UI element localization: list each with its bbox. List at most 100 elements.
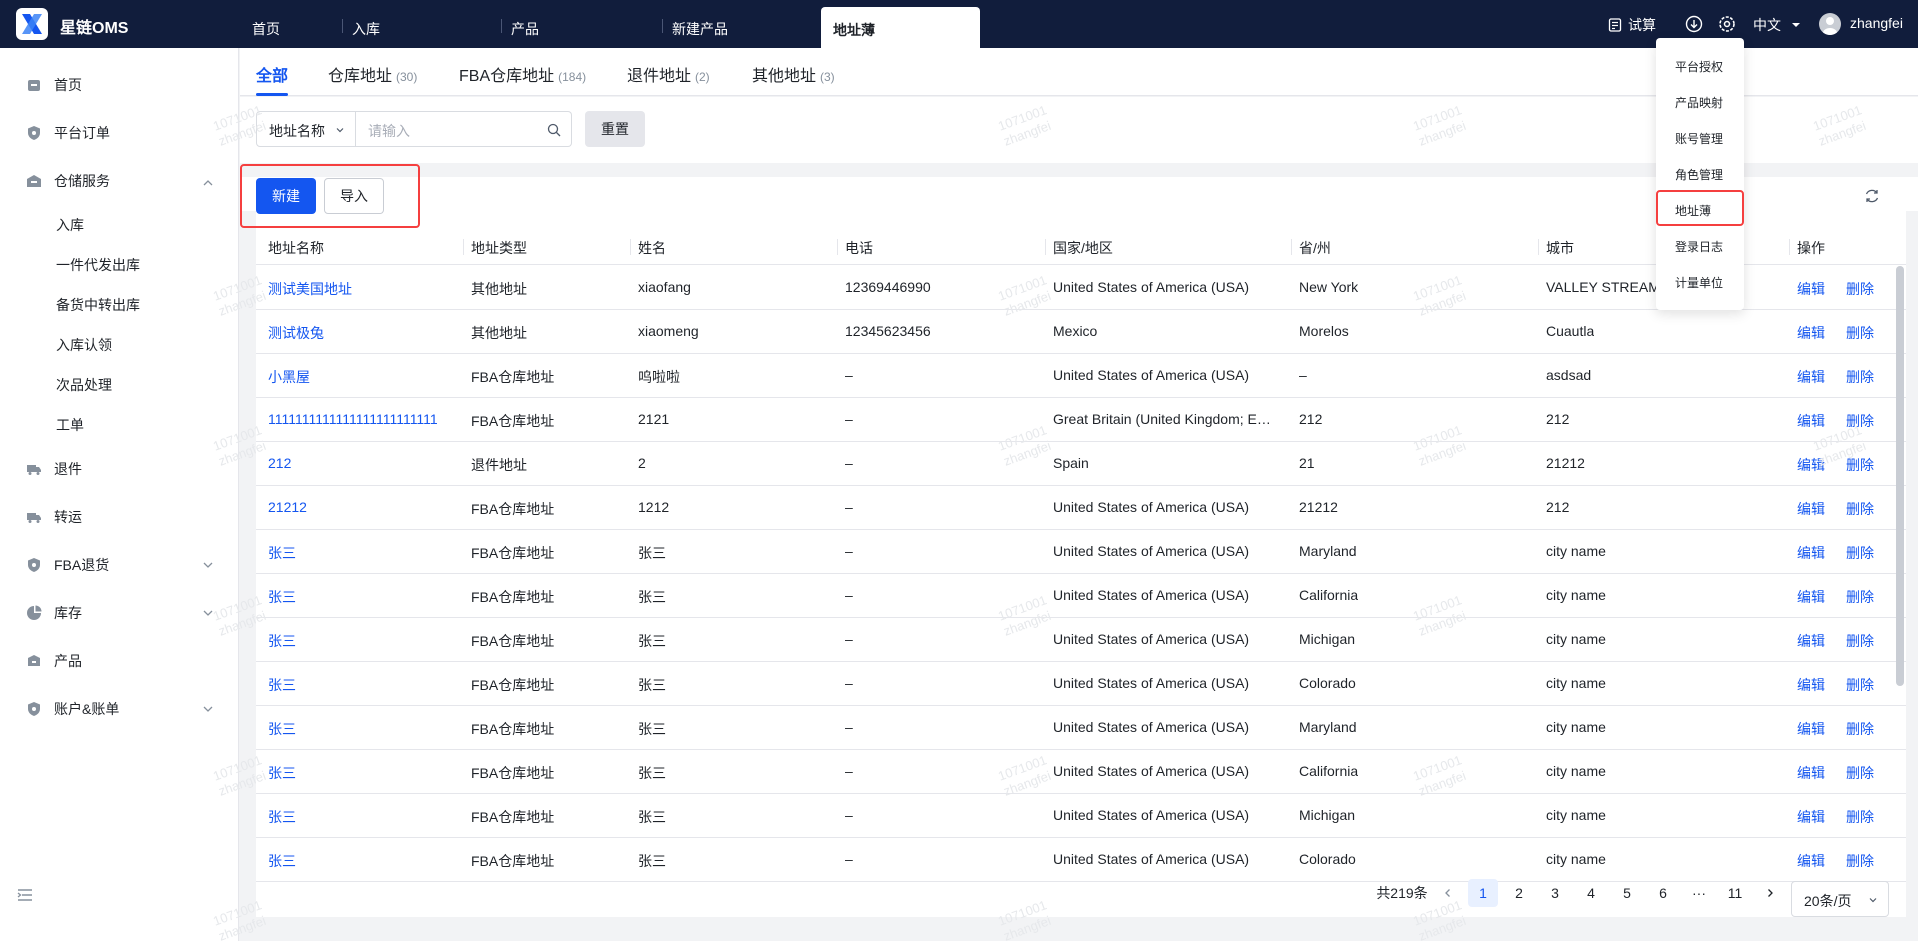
edit-link[interactable]: 编辑 bbox=[1797, 543, 1825, 563]
chevron-down-icon[interactable] bbox=[202, 559, 214, 571]
edit-link[interactable]: 编辑 bbox=[1797, 279, 1825, 299]
delete-link[interactable]: 删除 bbox=[1846, 279, 1874, 299]
download-icon[interactable] bbox=[1685, 15, 1703, 33]
delete-link[interactable]: 删除 bbox=[1846, 323, 1874, 343]
top-tab-home[interactable]: 首页 bbox=[252, 0, 280, 48]
trial-calc-button[interactable]: 试算 bbox=[1608, 15, 1656, 35]
address-name-link[interactable]: 小黑屋 bbox=[268, 367, 310, 387]
tab-return-address[interactable]: 退件地址 (2) bbox=[627, 62, 710, 86]
edit-link[interactable]: 编辑 bbox=[1797, 719, 1825, 739]
address-name-link[interactable]: 张三 bbox=[268, 587, 296, 607]
edit-link[interactable]: 编辑 bbox=[1797, 587, 1825, 607]
sidebar-item-account-billing[interactable]: 账户&账单 bbox=[26, 699, 119, 719]
menu-item-login-log[interactable]: 登录日志 bbox=[1675, 238, 1723, 255]
chevron-up-icon[interactable] bbox=[202, 177, 214, 189]
address-name-link[interactable]: 张三 bbox=[268, 763, 296, 783]
filter-field-select[interactable]: 地址名称 bbox=[256, 111, 356, 147]
delete-link[interactable]: 删除 bbox=[1846, 587, 1874, 607]
pagination-page[interactable]: 2 bbox=[1504, 879, 1534, 907]
table-cell: FBA仓库地址 bbox=[471, 369, 555, 385]
sidebar-item-home[interactable]: 首页 bbox=[26, 75, 82, 95]
settings-gear-icon[interactable] bbox=[1718, 15, 1736, 33]
sidebar-sub-inbound-claim[interactable]: 入库认领 bbox=[56, 335, 112, 355]
edit-link[interactable]: 编辑 bbox=[1797, 323, 1825, 343]
delete-link[interactable]: 删除 bbox=[1846, 499, 1874, 519]
app-logo-icon[interactable] bbox=[16, 8, 48, 40]
sidebar-sub-dropship-outbound[interactable]: 一件代发出库 bbox=[56, 255, 140, 275]
delete-link[interactable]: 删除 bbox=[1846, 763, 1874, 783]
pagination-page[interactable]: 6 bbox=[1648, 879, 1678, 907]
address-name-link[interactable]: 21212 bbox=[268, 499, 307, 515]
tab-all[interactable]: 全部 bbox=[256, 62, 288, 86]
address-name-link[interactable]: 张三 bbox=[268, 719, 296, 739]
edit-link[interactable]: 编辑 bbox=[1797, 499, 1825, 519]
menu-item-role-management[interactable]: 角色管理 bbox=[1675, 166, 1723, 183]
address-name-link[interactable]: 张三 bbox=[268, 675, 296, 695]
tab-other-address[interactable]: 其他地址 (3) bbox=[752, 62, 835, 86]
pagination-ellipsis[interactable]: ··· bbox=[1684, 879, 1714, 907]
top-tab-inbound[interactable]: 入库 bbox=[342, 0, 380, 48]
address-name-link[interactable]: 212 bbox=[268, 455, 291, 471]
edit-link[interactable]: 编辑 bbox=[1797, 411, 1825, 431]
top-tab-new-product[interactable]: 新建产品 bbox=[662, 0, 728, 48]
edit-link[interactable]: 编辑 bbox=[1797, 675, 1825, 695]
address-name-link[interactable]: 张三 bbox=[268, 631, 296, 651]
filter-search-input[interactable]: 请输入 bbox=[356, 111, 572, 147]
top-tab-product[interactable]: 产品 bbox=[501, 0, 539, 48]
sidebar-sub-transfer-outbound[interactable]: 备货中转出库 bbox=[56, 295, 140, 315]
sidebar-item-returns[interactable]: 退件 bbox=[26, 459, 82, 479]
delete-link[interactable]: 删除 bbox=[1846, 807, 1874, 827]
chevron-down-icon[interactable] bbox=[202, 703, 214, 715]
edit-link[interactable]: 编辑 bbox=[1797, 367, 1825, 387]
page-size-select[interactable]: 20条/页 bbox=[1791, 881, 1889, 917]
username[interactable]: zhangfei bbox=[1850, 15, 1903, 31]
address-name-link[interactable]: 测试极兔 bbox=[268, 323, 324, 343]
sidebar-item-inventory[interactable]: 库存 bbox=[26, 603, 82, 623]
tab-fba-warehouse-address[interactable]: FBA仓库地址 (184) bbox=[459, 62, 586, 86]
language-selector[interactable]: 中文 bbox=[1753, 15, 1801, 35]
edit-link[interactable]: 编辑 bbox=[1797, 763, 1825, 783]
search-icon[interactable] bbox=[547, 123, 561, 137]
pagination-next[interactable] bbox=[1759, 879, 1781, 907]
pagination-page[interactable]: 3 bbox=[1540, 879, 1570, 907]
delete-link[interactable]: 删除 bbox=[1846, 719, 1874, 739]
menu-item-product-mapping[interactable]: 产品映射 bbox=[1675, 94, 1723, 111]
delete-link[interactable]: 删除 bbox=[1846, 367, 1874, 387]
active-tab-indicator bbox=[256, 93, 288, 96]
refresh-icon[interactable] bbox=[1864, 188, 1880, 204]
table-scrollbar[interactable] bbox=[1896, 266, 1904, 686]
edit-link[interactable]: 编辑 bbox=[1797, 631, 1825, 651]
address-name-link[interactable]: 张三 bbox=[268, 807, 296, 827]
delete-link[interactable]: 删除 bbox=[1846, 675, 1874, 695]
pagination-page[interactable]: 5 bbox=[1612, 879, 1642, 907]
sidebar-item-transfer[interactable]: 转运 bbox=[26, 507, 82, 527]
sidebar-sub-defective[interactable]: 次品处理 bbox=[56, 375, 112, 395]
sidebar-item-fba-returns[interactable]: FBA退货 bbox=[26, 555, 109, 575]
pagination-page[interactable]: 1 bbox=[1468, 879, 1498, 907]
collapse-sidebar-icon[interactable] bbox=[16, 886, 34, 904]
top-navbar: 星链OMS 首页 入库 产品 新建产品 地址薄 试算 中文 zhangfei bbox=[0, 0, 1918, 48]
menu-item-measurement-unit[interactable]: 计量单位 bbox=[1675, 274, 1723, 291]
address-name-link[interactable]: 测试美国地址 bbox=[268, 279, 352, 299]
sidebar-item-product[interactable]: 产品 bbox=[26, 651, 82, 671]
menu-item-account-management[interactable]: 账号管理 bbox=[1675, 130, 1723, 147]
sidebar-sub-work-order[interactable]: 工单 bbox=[56, 415, 84, 435]
sidebar-sub-inbound[interactable]: 入库 bbox=[56, 215, 84, 235]
edit-link[interactable]: 编辑 bbox=[1797, 807, 1825, 827]
sidebar-item-warehouse-services[interactable]: 仓储服务 bbox=[26, 171, 110, 191]
pagination-page[interactable]: 4 bbox=[1576, 879, 1606, 907]
user-avatar[interactable] bbox=[1819, 13, 1841, 35]
address-name-link[interactable]: 张三 bbox=[268, 851, 296, 871]
reset-button[interactable]: 重置 bbox=[585, 111, 645, 147]
edit-link[interactable]: 编辑 bbox=[1797, 851, 1825, 871]
sidebar-item-platform-orders[interactable]: 平台订单 bbox=[26, 123, 110, 143]
pagination-page[interactable]: 11 bbox=[1720, 879, 1750, 907]
delete-link[interactable]: 删除 bbox=[1846, 631, 1874, 651]
delete-link[interactable]: 删除 bbox=[1846, 543, 1874, 563]
delete-link[interactable]: 删除 bbox=[1846, 851, 1874, 871]
top-tab-address-book[interactable]: 地址薄 bbox=[821, 7, 980, 48]
menu-item-platform-auth[interactable]: 平台授权 bbox=[1675, 58, 1723, 75]
address-name-link[interactable]: 张三 bbox=[268, 543, 296, 563]
address-name-link[interactable]: 1111111111111111111111111 bbox=[268, 411, 438, 427]
tab-warehouse-address[interactable]: 仓库地址 (30) bbox=[328, 62, 417, 86]
